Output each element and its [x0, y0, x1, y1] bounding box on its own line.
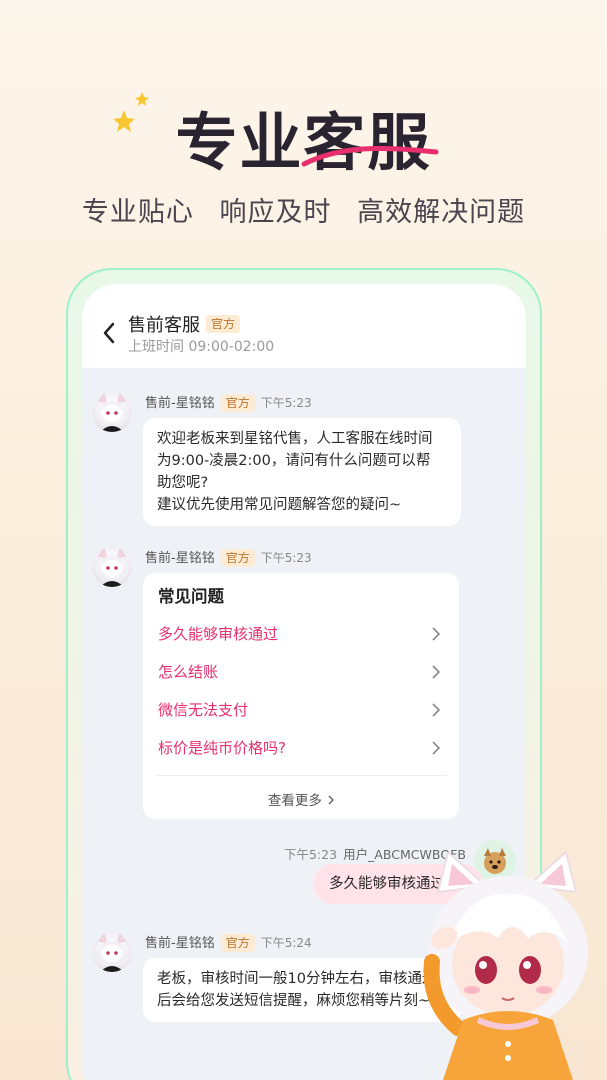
message-line: 老板，审核时间一般10分钟左右，审核通过 — [157, 971, 437, 987]
message-line: 欢迎老板来到星铭代售，人工客服在线时间 — [157, 431, 433, 447]
chevron-right-icon — [432, 741, 440, 755]
faq-item[interactable]: 怎么结账 — [158, 661, 448, 685]
work-hours: 上班时间 09:00-02:00 — [128, 339, 275, 355]
message-time: 下午5:23 — [260, 396, 312, 410]
message-time: 下午5:23 — [260, 551, 312, 565]
faq-item-label: 多久能够审核通过 — [158, 625, 279, 643]
chevron-right-icon — [432, 703, 440, 717]
hero-subtitle: 专业贴心 响应及时 高效解决问题 — [0, 190, 607, 229]
message-meta: 售前-星铭铭 官方 下午5:23 — [145, 547, 312, 568]
message-time: 下午5:23 — [283, 847, 338, 862]
agent-faq-message: 售前-星铭铭 官方 下午5:23 常见问题 多久能够审核通过 怎么结账 微信无法支付… — [92, 547, 512, 822]
faq-item-label: 标价是纯币价格吗? — [158, 739, 286, 757]
faq-title: 常见问题 — [158, 587, 224, 606]
faq-card: 常见问题 多久能够审核通过 怎么结账 微信无法支付 标价是纯币价格吗? 查看更多 — [143, 573, 459, 819]
faq-item[interactable]: 微信无法支付 — [158, 699, 448, 723]
divider — [157, 775, 447, 776]
faq-item-label: 怎么结账 — [158, 663, 219, 681]
hero-swoosh-decoration — [301, 145, 439, 167]
sender-name: 售前-星铭铭 — [145, 551, 215, 566]
official-badge: 官方 — [206, 315, 241, 333]
back-arrow-icon[interactable] — [102, 322, 116, 344]
view-more-button[interactable]: 查看更多 — [143, 789, 459, 809]
message-time: 下午5:24 — [260, 936, 312, 950]
faq-item[interactable]: 多久能够审核通过 — [158, 623, 448, 647]
official-badge: 官方 — [220, 393, 255, 412]
chat-title-text: 售前客服 — [128, 315, 200, 336]
subtitle-1: 专业贴心 — [81, 197, 194, 228]
chevron-right-icon — [328, 795, 335, 805]
agent-message: 售前-星铭铭 官方 下午5:23 欢迎老板来到星铭代售，人工客服在线时间 为9:00… — [92, 392, 512, 526]
sender-name: 售前-星铭铭 — [145, 936, 215, 951]
chevron-right-icon — [432, 665, 440, 679]
chevron-right-icon — [432, 627, 440, 641]
chat-header: 售前客服 官方 上班时间 09:00-02:00 — [82, 284, 526, 368]
agent-avatar[interactable] — [92, 932, 132, 972]
view-more-label: 查看更多 — [267, 793, 322, 809]
message-meta: 售前-星铭铭 官方 下午5:24 — [145, 932, 312, 953]
official-badge: 官方 — [220, 933, 255, 952]
agent-avatar[interactable] — [92, 392, 132, 432]
agent-avatar[interactable] — [92, 547, 132, 587]
chat-title: 售前客服 官方 — [128, 311, 241, 337]
official-badge: 官方 — [220, 548, 255, 567]
message-line: 后会给您发送短信提醒，麻烦您稍等片刻~ — [157, 993, 431, 1009]
message-bubble: 欢迎老板来到星铭代售，人工客服在线时间 为9:00-凌晨2:00，请问有什么问题… — [143, 418, 461, 526]
faq-item-label: 微信无法支付 — [158, 701, 249, 719]
message-line: 为9:00-凌晨2:00，请问有什么问题可以帮 — [157, 453, 431, 469]
subtitle-2: 响应及时 — [219, 197, 332, 228]
sender-name: 售前-星铭铭 — [145, 396, 215, 411]
message-line: 助您呢? — [157, 475, 209, 491]
faq-item[interactable]: 标价是纯币价格吗? — [158, 737, 448, 761]
mascot-illustration — [423, 852, 588, 1080]
message-meta: 售前-星铭铭 官方 下午5:23 — [145, 392, 312, 413]
message-line: 建议优先使用常见问题解答您的疑问~ — [157, 497, 402, 513]
subtitle-3: 高效解决问题 — [357, 197, 526, 228]
